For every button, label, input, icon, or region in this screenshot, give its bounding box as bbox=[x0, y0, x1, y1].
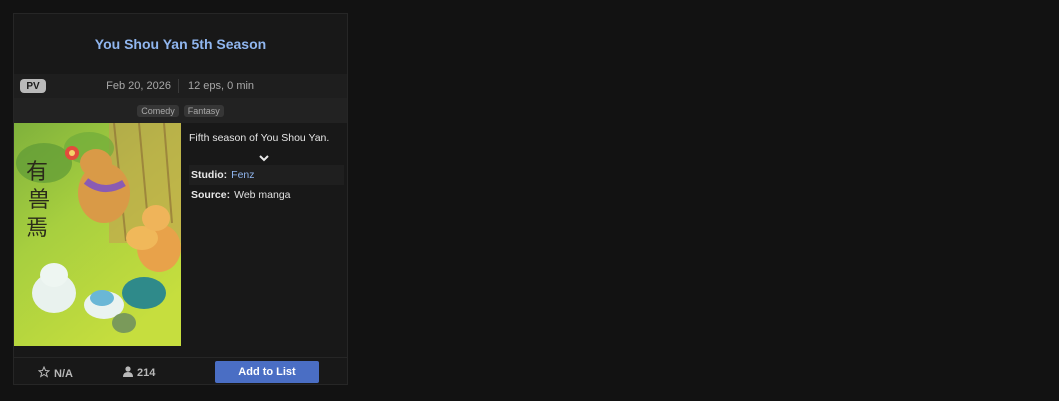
members: 214 bbox=[123, 366, 155, 380]
info-row: PV Feb 20, 2026 12 eps, 0 min bbox=[14, 74, 347, 98]
genre-tag[interactable]: Fantasy bbox=[183, 104, 224, 117]
genre-tag[interactable]: Comedy bbox=[137, 104, 179, 117]
genre-list: Comedy Fantasy bbox=[14, 98, 347, 123]
score-value: N/A bbox=[54, 367, 73, 380]
synopsis-text: Fifth season of You Shou Yan. bbox=[189, 132, 330, 144]
svg-text:有: 有 bbox=[26, 160, 48, 185]
poster-image[interactable]: 有 兽 焉 bbox=[14, 123, 181, 346]
svg-text:兽: 兽 bbox=[28, 188, 50, 213]
add-to-list-button[interactable]: Add to List bbox=[215, 361, 319, 383]
studio-label: Studio: bbox=[191, 169, 228, 181]
source-row: Source: Web manga bbox=[189, 185, 344, 205]
star-icon bbox=[37, 365, 51, 381]
card-footer: N/A 214 Add to List bbox=[14, 357, 347, 385]
title-area: You Shou Yan 5th Season bbox=[14, 14, 347, 74]
source-label: Source: bbox=[191, 189, 231, 201]
anime-title[interactable]: You Shou Yan 5th Season bbox=[95, 36, 266, 52]
details-panel: Fifth season of You Shou Yan. Studio: Fe… bbox=[181, 123, 347, 346]
air-date: Feb 20, 2026 bbox=[106, 80, 171, 92]
divider bbox=[178, 79, 179, 93]
pv-badge[interactable]: PV bbox=[20, 79, 46, 93]
studio-row: Studio: Fenz bbox=[189, 165, 344, 185]
anime-card: You Shou Yan 5th Season PV Feb 20, 2026 … bbox=[13, 13, 348, 385]
svg-text:焉: 焉 bbox=[26, 216, 48, 241]
studio-link[interactable]: Fenz bbox=[231, 169, 254, 181]
user-icon bbox=[123, 366, 133, 380]
score: N/A bbox=[37, 365, 73, 381]
episode-info: 12 eps, 0 min bbox=[188, 80, 255, 92]
members-count: 214 bbox=[137, 367, 156, 379]
source-value: Web manga bbox=[234, 189, 291, 201]
